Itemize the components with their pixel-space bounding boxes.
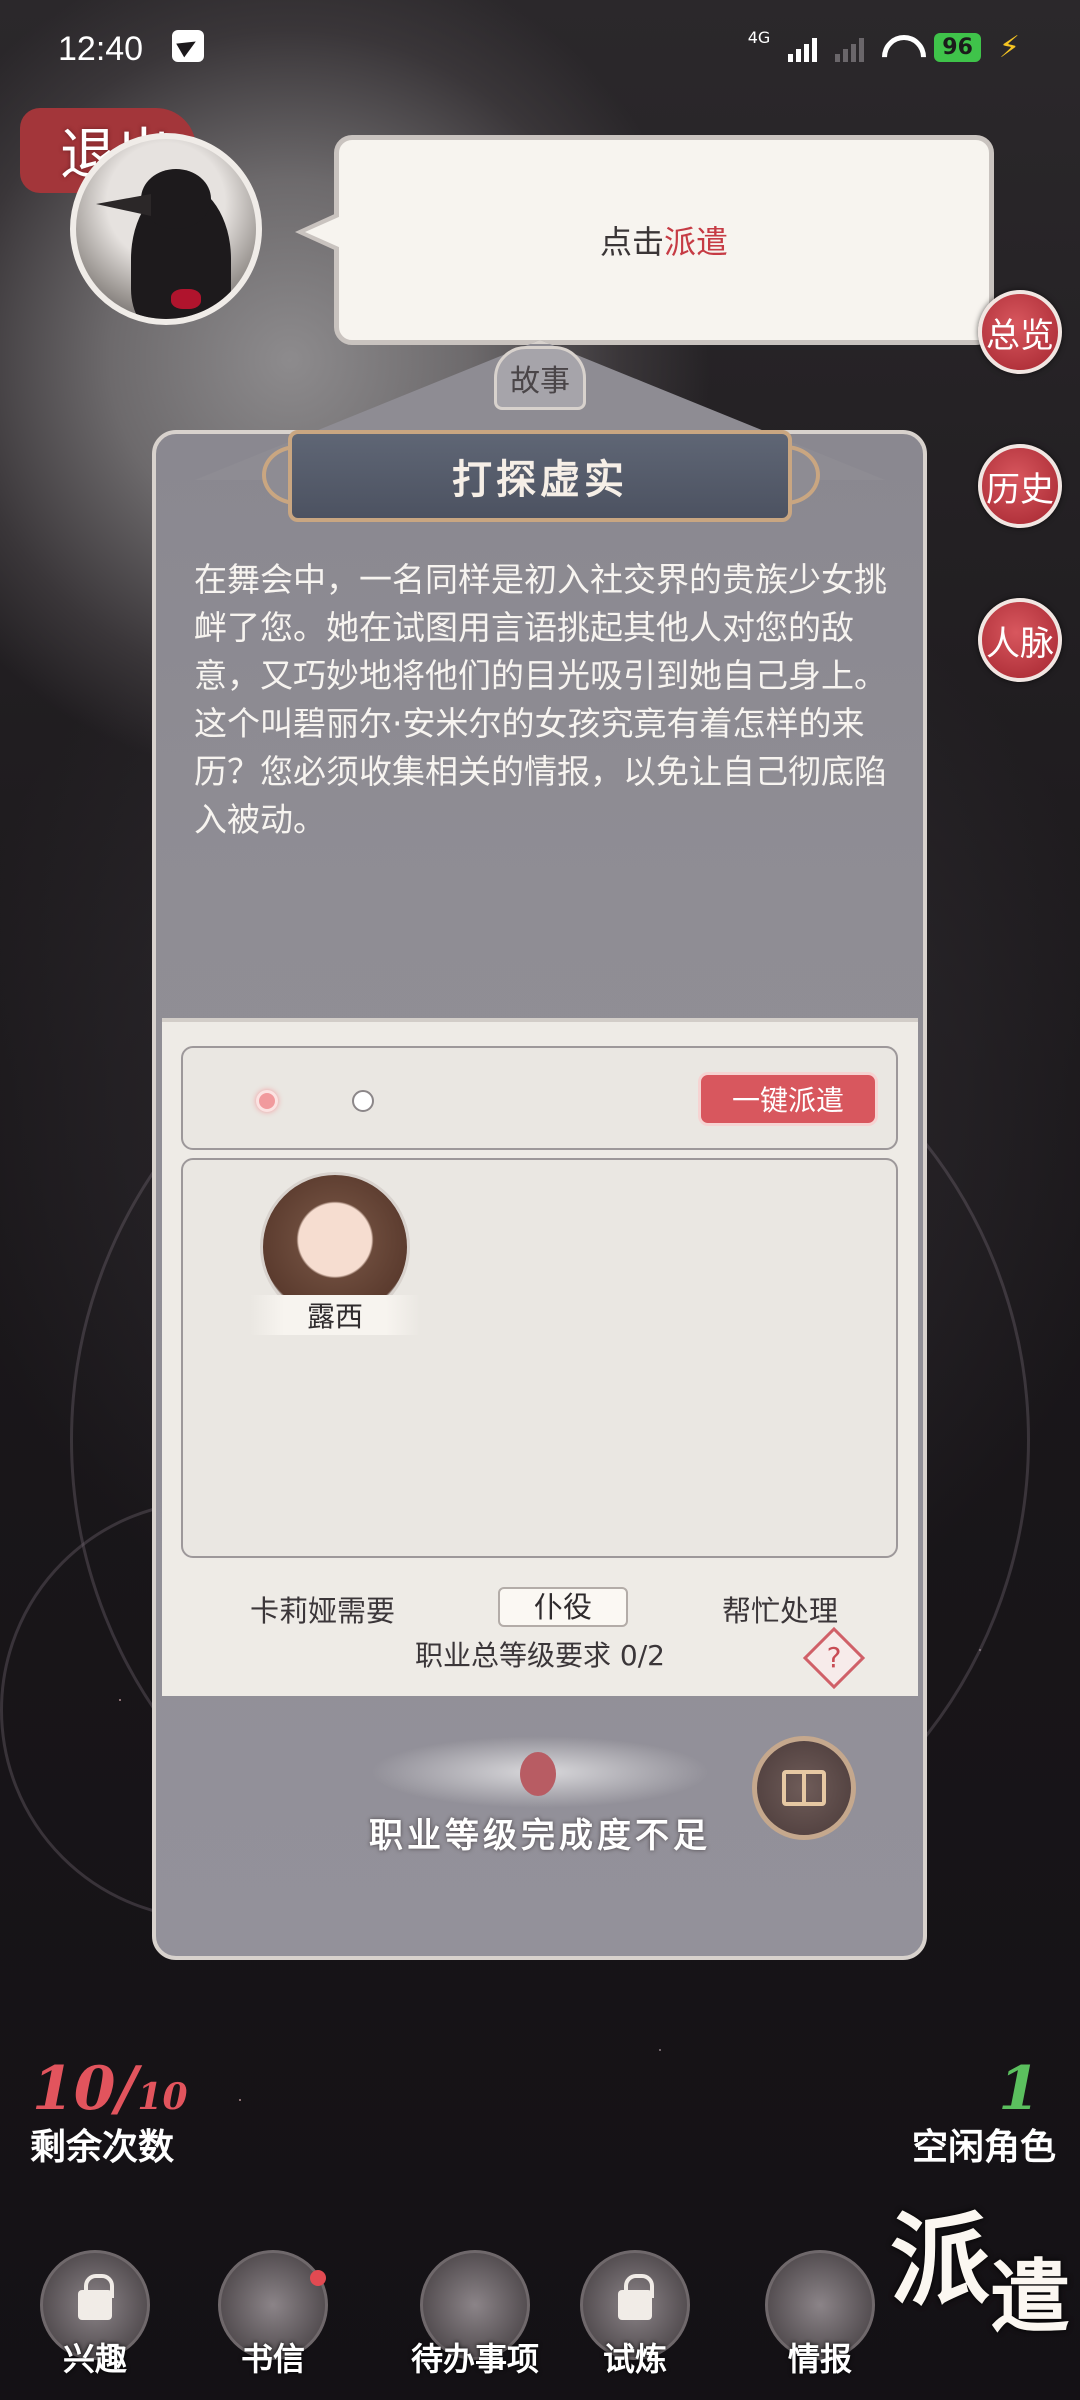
nav-interest[interactable]: 兴趣 <box>20 2240 170 2390</box>
lock-icon <box>78 2274 114 2320</box>
question-icon: ? <box>826 1641 842 1674</box>
job-tag: 仆役 <box>498 1587 628 1627</box>
idle-label: 空闲角色 <box>911 2126 1056 2168</box>
remaining-label: 剩余次数 <box>30 2126 175 2168</box>
nav-label: 兴趣 <box>62 2340 127 2378</box>
nav-letters[interactable]: 书信 <box>198 2240 348 2390</box>
bubble-prefix: 点击 <box>599 223 664 261</box>
nav-todo[interactable]: 待办事项 <box>390 2240 560 2390</box>
crow-avatar <box>70 133 262 325</box>
one-click-dispatch-button[interactable]: 一键派遣 <box>698 1072 878 1126</box>
idle-count: 1 <box>998 2054 1040 2124</box>
story-tag: 故事 <box>494 346 586 410</box>
requirement-suffix: 帮忙处理 <box>722 1594 839 1628</box>
bubble-highlight: 派遣 <box>664 223 729 261</box>
character-name: 露西 <box>250 1295 420 1335</box>
nav-trial[interactable]: 试炼 <box>560 2240 710 2390</box>
requirement-prefix: 卡莉娅需要 <box>250 1594 396 1628</box>
remaining-count: 10/10 <box>32 2054 188 2124</box>
signal-icon <box>788 34 818 62</box>
dispatch-status: 职业等级完成度不足 <box>369 1816 711 1856</box>
story-description: 在舞会中，一名同样是初入社交界的贵族少女挑衅了您。她在试图用言语挑起其他人对您的… <box>194 560 887 839</box>
tutorial-bubble: 点击 派遣 <box>295 135 994 345</box>
status-bar: 12:40 4G 96 ⚡ <box>0 0 1080 90</box>
page-title: 派遣 <box>890 2201 1070 2344</box>
history-button[interactable]: 历史 <box>978 444 1062 528</box>
wifi-icon <box>882 35 916 61</box>
level-requirement: 职业总等级要求 0/2 <box>415 1639 665 1672</box>
lock-icon <box>618 2274 654 2320</box>
clock: 12:40 <box>58 30 144 68</box>
nav-intel[interactable]: 情报 <box>745 2240 895 2390</box>
signal-secondary-icon <box>835 34 865 62</box>
charging-icon: ⚡ <box>998 30 1020 65</box>
contacts-button[interactable]: 人脉 <box>978 598 1062 682</box>
overview-button[interactable]: 总览 <box>978 290 1062 374</box>
battery-level: 96 <box>934 33 981 62</box>
telegram-icon <box>172 30 204 62</box>
nav-label: 试炼 <box>602 2340 667 2378</box>
nav-label: 情报 <box>787 2340 852 2378</box>
page-dot[interactable] <box>352 1090 374 1112</box>
nav-label: 书信 <box>240 2340 305 2378</box>
nav-label: 待办事项 <box>410 2340 539 2378</box>
page-dot-active[interactable] <box>256 1090 278 1112</box>
gift-button[interactable] <box>752 1736 856 1840</box>
story-title: 打探虚实 <box>288 430 792 522</box>
notification-dot <box>310 2270 326 2286</box>
coffee-bean-icon <box>520 1752 556 1796</box>
network-type: 4G <box>747 28 771 47</box>
gift-icon <box>782 1770 826 1806</box>
